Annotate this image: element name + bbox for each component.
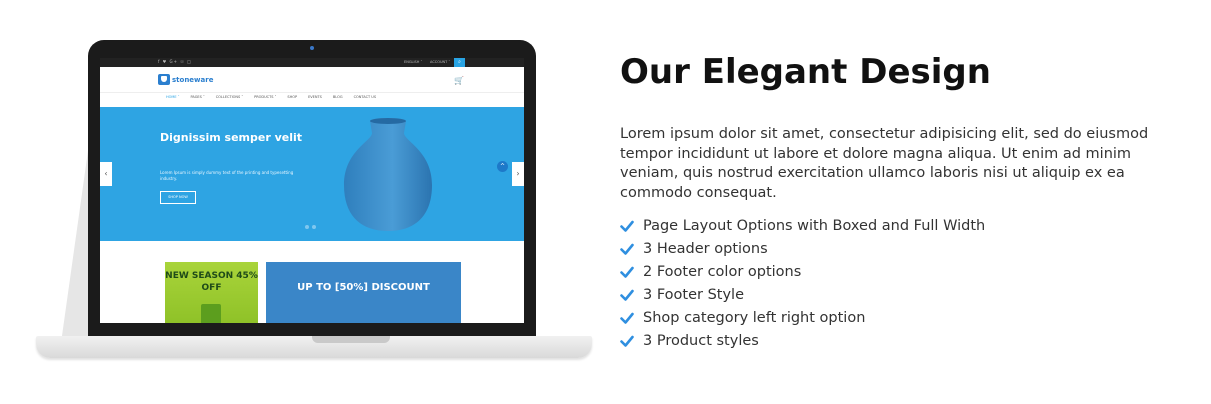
feature-item: 3 Header options	[620, 237, 985, 260]
laptop-camera	[310, 46, 314, 50]
check-icon	[620, 266, 634, 278]
mockup-nav-item: HOME ˅	[166, 95, 180, 99]
mockup-prev-arrow-icon: ‹	[100, 162, 112, 186]
feature-list: Page Layout Options with Boxed and Full …	[620, 214, 985, 352]
check-icon	[620, 312, 634, 324]
slider-dot	[312, 225, 316, 229]
mockup-language: ENGLISH ˅	[404, 60, 423, 64]
check-icon	[620, 335, 634, 347]
slider-dot	[305, 225, 309, 229]
mockup-next-arrow-icon: ›	[512, 162, 524, 186]
check-icon	[620, 243, 634, 255]
mockup-hero-slider: Dignissim semper velit Lorem Ipsum is si…	[100, 107, 524, 241]
mockup-banner-new-season: NEW SEASON 45% OFF	[165, 262, 258, 323]
laptop-lid: f ♥ G+ ☉ □ ENGLISH ˅ ACCOUNT ˅ ⌕ stonewa…	[88, 40, 536, 336]
mockup-banner1-text: NEW SEASON 45% OFF	[165, 271, 258, 293]
feature-label: 3 Product styles	[643, 332, 759, 349]
mockup-account: ACCOUNT ˅	[430, 60, 451, 64]
feature-label: 3 Footer Style	[643, 286, 744, 303]
cart-icon: 🛒	[454, 76, 464, 85]
mockup-topbar: f ♥ G+ ☉ □ ENGLISH ˅ ACCOUNT ˅ ⌕	[100, 58, 524, 67]
mockup-nav-item: CONTACT US	[353, 95, 377, 99]
mockup-logo-text: stoneware	[172, 75, 214, 84]
mockup-slide-title: Dignissim semper velit	[160, 131, 303, 144]
feature-item: 3 Footer Style	[620, 283, 985, 306]
mockup-nav-item: PAGES ˅	[190, 95, 205, 99]
check-icon	[620, 220, 634, 232]
mockup-slider-dots	[305, 225, 316, 229]
mockup-banner-discount: UP TO [50%] DISCOUNT	[266, 262, 461, 323]
mockup-nav-item: PRODUCTS ˅	[254, 95, 277, 99]
feature-label: 3 Header options	[643, 240, 768, 257]
mockup-nav: HOME ˅ PAGES ˅ COLLECTIONS ˅ PRODUCTS ˅ …	[100, 92, 524, 104]
feature-item: 2 Footer color options	[620, 260, 985, 283]
section-description: Lorem ipsum dolor sit amet, consectetur …	[620, 126, 1149, 201]
logo-icon	[158, 74, 170, 85]
search-icon: ⌕	[454, 58, 465, 67]
feature-item: Shop category left right option	[620, 306, 985, 329]
section-heading: Our Elegant Design	[620, 52, 991, 92]
check-icon	[620, 289, 634, 301]
feature-label: 2 Footer color options	[643, 263, 802, 280]
mockup-header: stoneware 🛒	[100, 67, 524, 92]
feature-item: 3 Product styles	[620, 329, 985, 352]
feature-label: Shop category left right option	[643, 309, 866, 326]
mockup-banner2-text: UP TO [50%] DISCOUNT	[297, 282, 430, 293]
mockup-social-icons: f ♥ G+ ☉ □	[158, 59, 192, 64]
mockup-logo: stoneware	[158, 74, 213, 85]
mockup-nav-item: SHOP	[287, 95, 298, 99]
mockup-shop-now-button: SHOP NOW	[160, 191, 196, 204]
vase-image	[344, 118, 432, 231]
feature-label: Page Layout Options with Boxed and Full …	[643, 217, 986, 234]
glass-image	[201, 304, 221, 323]
scroll-up-icon: ^	[497, 161, 508, 172]
mockup-nav-item: EVENTS	[308, 95, 322, 99]
laptop-notch	[312, 336, 390, 343]
mockup-nav-item: COLLECTIONS ˅	[215, 95, 244, 99]
mockup-slide-text: Lorem Ipsum is simply dummy text of the …	[160, 170, 294, 181]
laptop-base	[36, 336, 592, 358]
laptop-screen: f ♥ G+ ☉ □ ENGLISH ˅ ACCOUNT ˅ ⌕ stonewa…	[100, 58, 524, 323]
feature-item: Page Layout Options with Boxed and Full …	[620, 214, 985, 237]
mockup-nav-item: BLOG	[332, 95, 343, 99]
